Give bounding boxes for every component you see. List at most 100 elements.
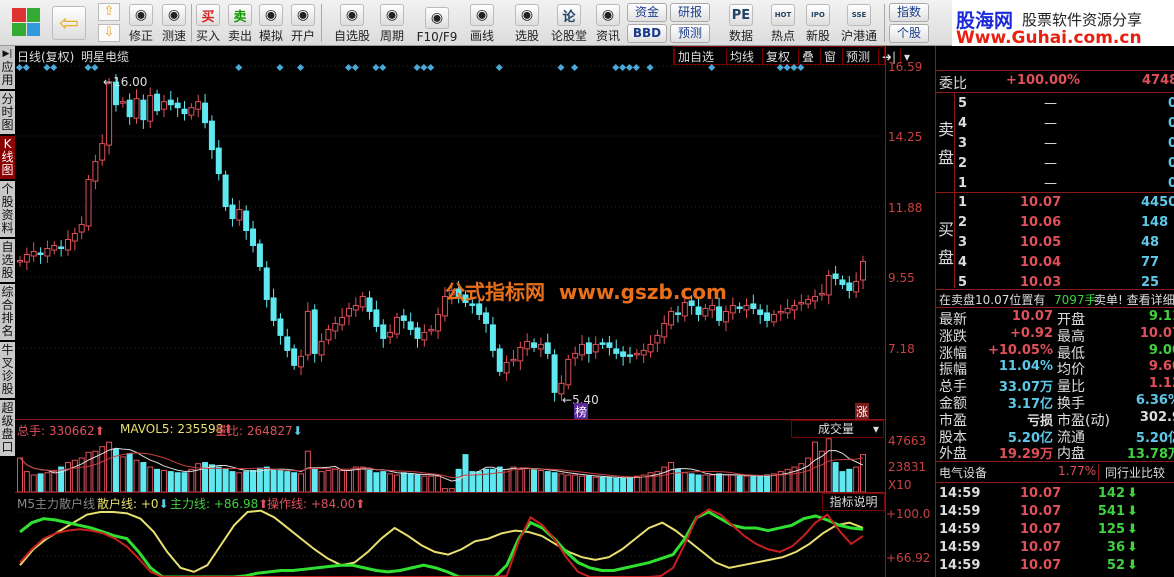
tick-volume: 125 (1097, 522, 1125, 537)
toolbar-button-label: 数据 (728, 29, 753, 43)
forecast-button[interactable]: 预测 (670, 24, 710, 43)
side-tab-1[interactable]: 分时图 (0, 91, 15, 136)
bbd-button[interactable]: BBD (627, 24, 667, 43)
signal-marker (15, 63, 24, 72)
stat-value: 13.78万 (1126, 447, 1174, 463)
compare-industry-button[interactable]: 同行业比较 (1098, 464, 1165, 481)
watermark-logo: 股海网 股票软件资源分享 Www.Guhai.com.cn (952, 0, 1174, 48)
sell-icon: 卖 (228, 4, 252, 26)
clock-icon: ◉ (380, 4, 404, 26)
volume-bar (695, 474, 702, 493)
stat-value: 302.9 (1139, 409, 1174, 425)
volume-total-label: 总手: 330662⬆ (17, 424, 105, 438)
toolbar-button-2[interactable]: 买买入 (193, 2, 223, 44)
candlestick (373, 300, 380, 333)
toolbar-button-15[interactable]: IPO 新股 (802, 2, 834, 44)
toolbar-button-1[interactable]: ◉ 测速 (158, 2, 190, 44)
divider (191, 4, 192, 42)
volume-bar (85, 451, 92, 493)
candlestick (421, 324, 428, 347)
toolbar-button-5[interactable]: ◉ 开户 (288, 2, 318, 44)
toolbar-button-11[interactable]: 论论股堂 (548, 2, 590, 44)
side-tab-7[interactable]: 超级盘口 (0, 400, 15, 458)
volume-bar (496, 466, 503, 493)
signal-marker (235, 63, 243, 72)
zijin-button[interactable]: 资金 (627, 3, 667, 22)
axis-divider (885, 46, 886, 577)
page-down-icon[interactable]: ⇩ (98, 24, 120, 42)
stat-value: +10.05% (987, 342, 1053, 358)
volume-bar (126, 452, 133, 493)
side-tab-2[interactable]: K线图 (0, 136, 15, 181)
notice-qty: 7097手 (1054, 293, 1097, 307)
volume-bar (770, 473, 777, 493)
notice-link: 卖单! 查看详细 (1094, 293, 1174, 307)
indicator-explain-button[interactable]: 指标说明 (822, 493, 885, 511)
side-tab-3[interactable]: 个股资料 (0, 181, 15, 239)
toolbar-button-13[interactable]: PE 数据 (722, 2, 760, 44)
tick-row: 14:59 10.07 36 ⬇ (936, 540, 1174, 557)
divider (936, 92, 1174, 93)
research-report-button[interactable]: 研报 (670, 3, 710, 22)
side-tab-6[interactable]: 牛叉诊股 (0, 342, 15, 400)
hot-icon: HOT (771, 4, 795, 26)
sell-price: — (1044, 176, 1057, 191)
zhang-badge[interactable]: 涨 (855, 403, 870, 420)
sell-level-row: 3 — 0 (936, 136, 1174, 153)
toolbar-button-12[interactable]: ◉ 资讯 (592, 2, 624, 44)
toolbar-button-7[interactable]: ◉ 周期 (372, 2, 412, 44)
candlestick (393, 312, 400, 339)
volume-bar (270, 468, 277, 493)
level-number: 2 (958, 215, 968, 230)
indicator-selector[interactable]: 成交量 ▾ (791, 420, 884, 438)
candlestick (78, 216, 85, 239)
volume-bar (620, 477, 627, 493)
side-tab-label: 自选股 (1, 240, 14, 280)
index-button[interactable]: 指数 (889, 3, 929, 22)
candlestick (243, 205, 250, 240)
candlestick (37, 247, 44, 264)
side-tab-4[interactable]: 自选股 (0, 239, 15, 284)
app-menu-icon[interactable] (12, 8, 40, 36)
volume-bar (764, 474, 771, 493)
toolbar-button-3[interactable]: 卖卖出 (225, 2, 255, 44)
bang-badge[interactable]: 榜 (574, 403, 589, 420)
candlestick (400, 309, 407, 329)
side-tab-5[interactable]: 综合排名 (0, 284, 15, 342)
level-number: 5 (958, 275, 968, 290)
tick-row: 14:59 10.07 125 ⬇ (936, 522, 1174, 539)
toolbar-button-16[interactable]: SSE 沪港通 (836, 2, 882, 44)
volume-bar (400, 472, 407, 493)
indicator-selector-value: 成交量 (818, 422, 855, 436)
kline-chart-panel[interactable]: 日线(复权) 明星电缆 加自选 均线 复权叠窗预测 ➜| ▾ 16.59 14.25 11.… (15, 46, 935, 577)
side-tab-0[interactable]: ▶| 应用 (0, 46, 15, 91)
page-up-icon[interactable]: ⇧ (98, 3, 120, 21)
toolbar-button-8[interactable]: ◉ F10/F9 (413, 2, 461, 44)
candlestick (160, 94, 167, 118)
toolbar-button-4[interactable]: ◉ 模拟 (256, 2, 286, 44)
buy-price: 10.06 (1020, 215, 1062, 230)
order-notice-row[interactable]: 在卖盘10.07位置有 7097手 卖单! 查看详细 (936, 291, 1174, 308)
toolbar-button-10[interactable]: ◉ 选股 (505, 2, 549, 44)
back-arrow-icon[interactable]: ⇦ (52, 6, 86, 40)
candlestick (654, 329, 661, 353)
volume-bar (147, 466, 154, 493)
sanhu-value: 散户线: +0 (97, 497, 159, 511)
candlestick (503, 355, 510, 381)
candlestick (332, 316, 339, 340)
down-arrow-icon: ⬇ (1127, 522, 1138, 537)
candlestick (99, 134, 106, 166)
stock-button[interactable]: 个股 (889, 24, 929, 43)
candlestick (531, 338, 538, 352)
volume-bar (483, 468, 490, 493)
signal-marker (776, 63, 784, 72)
toolbar-button-14[interactable]: HOT 热点 (765, 2, 801, 44)
weibi-row: 委比 +100.00% 4748 (936, 73, 1174, 92)
toolbar-button-6[interactable]: ◉ 自选股 (327, 2, 377, 44)
sanhu-line-label: 散户线: +0⬇ (97, 497, 169, 511)
volume-bar (140, 462, 147, 493)
toolbar-button-0[interactable]: ◉ 修正 (124, 2, 158, 44)
volume-bar (17, 457, 23, 493)
signal-marker (783, 63, 791, 72)
toolbar-button-9[interactable]: ◉ 画线 (462, 2, 502, 44)
